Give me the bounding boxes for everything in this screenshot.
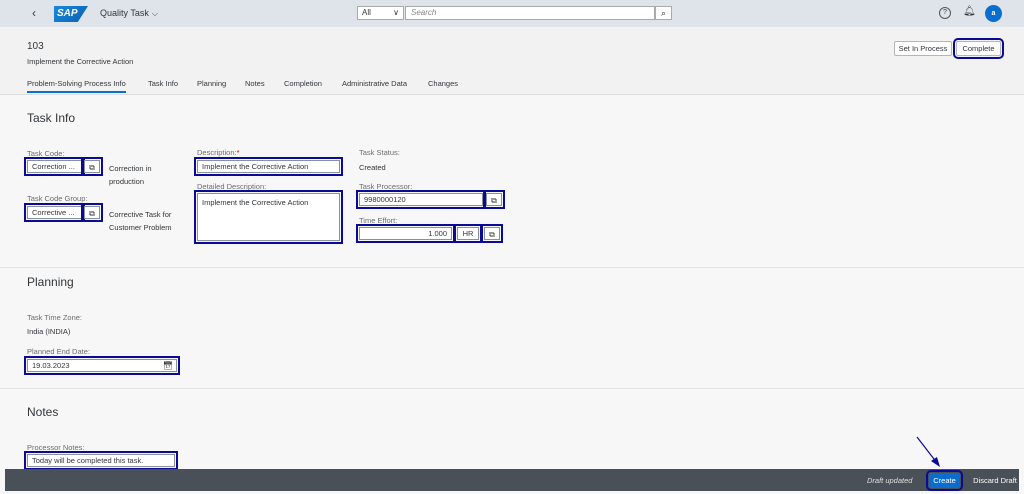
draft-status-text: Draft updated: [867, 476, 913, 485]
shell-bar: ‹ SAP Quality Task ⌵ All ∨ Search ⌕ ? 🔔︎ …: [0, 0, 1024, 27]
object-id: 103: [27, 41, 44, 52]
task-code-field[interactable]: Correction ...: [24, 157, 85, 176]
tab-notes[interactable]: Notes: [245, 79, 265, 88]
task-time-zone-value: India (INDIA): [27, 327, 71, 336]
task-status-value: Created: [359, 163, 386, 172]
detailed-description-label: Detailed Description:: [197, 182, 267, 191]
planned-end-date-value: 19.03.2023: [32, 361, 70, 370]
processor-notes-label: Processor Notes:: [27, 443, 85, 452]
sap-logo[interactable]: SAP: [54, 6, 88, 22]
planned-end-date-label: Planned End Date:: [27, 347, 90, 356]
detailed-description-textarea[interactable]: Implement the Corrective Action: [194, 190, 343, 244]
chevron-down-icon: ⌵: [151, 9, 158, 18]
section-title-planning: Planning: [27, 275, 74, 289]
task-code-text: Correction in production: [109, 164, 152, 186]
help-icon[interactable]: ?: [939, 7, 951, 19]
task-processor-label: Task Processor:: [359, 182, 413, 191]
value-help-icon[interactable]: ⧉: [81, 203, 103, 222]
task-code-group-text: Corrective Task for Customer Problem: [109, 210, 172, 232]
tab-administrative-data[interactable]: Administrative Data: [342, 79, 407, 88]
tab-completion[interactable]: Completion: [284, 79, 322, 88]
notes-section: Notes Processor Notes: Today will be com…: [0, 389, 1024, 470]
complete-button[interactable]: Complete: [953, 38, 1004, 59]
tab-task-info[interactable]: Task Info: [148, 79, 178, 88]
create-button[interactable]: Create: [926, 470, 963, 491]
footer-toolbar: Draft updated Create Discard Draft: [5, 469, 1019, 491]
set-in-process-button[interactable]: Set In Process: [894, 41, 952, 56]
object-header: 103 Implement the Corrective Action Set …: [0, 27, 1024, 95]
task-code-group-field[interactable]: Corrective ...: [24, 203, 85, 222]
planned-end-date-field[interactable]: 19.03.2023: [24, 356, 180, 375]
task-time-zone-label: Task Time Zone:: [27, 313, 83, 322]
value-help-icon[interactable]: ⧉: [81, 157, 103, 176]
tab-problem-solving-process-info[interactable]: Problem-Solving Process Info: [27, 79, 126, 93]
app-title: Quality Task: [100, 8, 149, 18]
planning-section: Planning Task Time Zone: India (INDIA) P…: [0, 268, 1024, 388]
value-help-icon[interactable]: ⧉: [481, 224, 503, 243]
section-title-task-info: Task Info: [27, 111, 76, 125]
tab-bar: Problem-Solving Process Info Task Info P…: [0, 76, 1024, 95]
task-code-group-label: Task Code Group:: [27, 194, 88, 203]
search-scope-select[interactable]: All ∨: [357, 6, 404, 20]
calendar-icon[interactable]: 📅︎: [161, 359, 175, 372]
required-marker: *: [236, 148, 240, 157]
search-icon[interactable]: ⌕: [655, 6, 672, 20]
processor-notes-field[interactable]: Today will be completed this task.: [24, 451, 178, 470]
description-label-text: Description:: [197, 148, 237, 157]
chevron-down-icon: ∨: [393, 8, 399, 17]
search-scope-value: All: [362, 8, 371, 17]
value-help-icon[interactable]: ⧉: [483, 190, 505, 209]
section-title-notes: Notes: [27, 405, 59, 419]
back-icon[interactable]: ‹: [32, 6, 36, 20]
discard-draft-button[interactable]: Discard Draft: [969, 473, 1021, 488]
search-input[interactable]: Search: [405, 6, 655, 20]
description-label: Description:*: [197, 148, 240, 157]
task-processor-field[interactable]: 9980000120: [356, 190, 486, 209]
task-code-label: Task Code:: [27, 149, 65, 158]
notification-bell-icon[interactable]: 🔔︎: [963, 6, 976, 17]
app-title-menu[interactable]: Quality Task ⌵: [100, 8, 158, 19]
avatar[interactable]: a: [985, 5, 1002, 22]
tab-changes[interactable]: Changes: [428, 79, 458, 88]
task-status-label: Task Status:: [359, 148, 400, 157]
description-field[interactable]: Implement the Corrective Action: [194, 157, 343, 176]
time-effort-unit-field[interactable]: HR: [454, 224, 482, 243]
task-info-section: Task Info Task Code: Correction ... ⧉ Co…: [0, 95, 1024, 267]
time-effort-field[interactable]: 1.000: [356, 224, 455, 243]
time-effort-label: Time Effort:: [359, 216, 398, 225]
object-subtitle: Implement the Corrective Action: [27, 57, 134, 66]
tab-planning[interactable]: Planning: [197, 79, 226, 88]
